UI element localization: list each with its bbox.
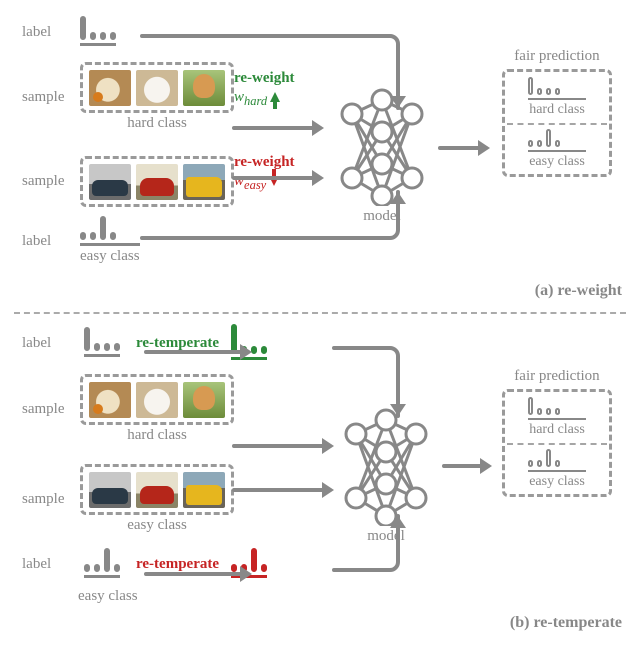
model-icon xyxy=(334,86,430,206)
easy-class-caption: easy class xyxy=(80,517,234,534)
label-caption: label xyxy=(22,335,72,352)
sample-thumb xyxy=(89,472,131,508)
sample-thumb xyxy=(89,70,131,106)
sample-caption: sample xyxy=(22,401,72,418)
reweight-hard-label: re-weight whard xyxy=(234,70,295,108)
fair-prediction-caption: fair prediction xyxy=(502,368,612,385)
arrow-icon xyxy=(144,572,250,576)
arrow-icon xyxy=(442,464,490,468)
hard-class-caption: hard class xyxy=(80,115,234,132)
label-caption: label xyxy=(22,556,72,573)
sample-thumb xyxy=(183,164,225,200)
model-icon xyxy=(338,406,434,526)
easy-class-caption: easy class xyxy=(78,588,138,605)
arrow-up-icon xyxy=(270,92,280,102)
hard-class-caption: hard class xyxy=(80,427,234,444)
easy-class-caption: easy class xyxy=(80,248,140,265)
sample-thumb xyxy=(183,472,225,508)
sample-caption: sample xyxy=(22,89,72,106)
panel-a-tag: (a) re-weight xyxy=(535,282,622,300)
sample-thumb xyxy=(136,382,178,418)
fair-prediction-caption: fair prediction xyxy=(502,48,612,65)
arrow-icon xyxy=(438,146,488,150)
sample-thumb xyxy=(89,382,131,418)
label-caption: label xyxy=(22,233,72,250)
sample-thumb xyxy=(136,164,178,200)
sample-thumb xyxy=(183,382,225,418)
sample-caption: sample xyxy=(22,491,72,508)
panel-b-tag: (b) re-temperate xyxy=(510,614,622,632)
fair-prediction-box: hard class easy class xyxy=(502,389,612,497)
easy-sample-group xyxy=(80,156,234,207)
pred-hard-caption: hard class xyxy=(513,422,601,438)
pred-easy-caption: easy class xyxy=(513,154,601,170)
sample-thumb xyxy=(136,472,178,508)
panel-divider xyxy=(14,312,626,314)
fair-prediction-box: hard class easy class xyxy=(502,69,612,177)
reweight-easy-label: re-weight weasy xyxy=(234,154,295,192)
arrow-icon xyxy=(232,126,322,130)
pred-easy-bars xyxy=(528,130,586,152)
arrow-icon xyxy=(232,444,332,448)
retemperate-easy-label: re-temperate xyxy=(136,556,219,573)
pred-hard-caption: hard class xyxy=(513,102,601,118)
easy-label-bars xyxy=(80,218,140,246)
sample-thumb xyxy=(89,164,131,200)
sample-thumb xyxy=(136,70,178,106)
retemperate-hard-label: re-temperate xyxy=(136,335,219,352)
model-caption: model xyxy=(338,528,434,545)
arrow-icon xyxy=(144,350,250,354)
hard-label-bars xyxy=(80,18,116,46)
panel-retemperate: label re-temperate sample hard class sam… xyxy=(14,324,626,634)
easy-sample-group xyxy=(80,464,234,515)
panel-reweight: label sample hard class re-weight whard xyxy=(14,18,626,304)
pred-hard-bars xyxy=(528,78,586,100)
hard-sample-group xyxy=(80,62,234,113)
pred-hard-bars xyxy=(528,398,586,420)
pred-easy-caption: easy class xyxy=(513,474,601,490)
model-caption: model xyxy=(334,208,430,225)
sample-thumb xyxy=(183,70,225,106)
easy-label-bars xyxy=(84,550,120,578)
sample-caption: sample xyxy=(22,173,72,190)
pred-easy-bars xyxy=(528,450,586,472)
arrow-icon xyxy=(232,176,322,180)
label-caption: label xyxy=(22,24,72,41)
hard-label-bars xyxy=(84,329,120,357)
hard-sample-group xyxy=(80,374,234,425)
arrow-icon xyxy=(232,488,332,492)
